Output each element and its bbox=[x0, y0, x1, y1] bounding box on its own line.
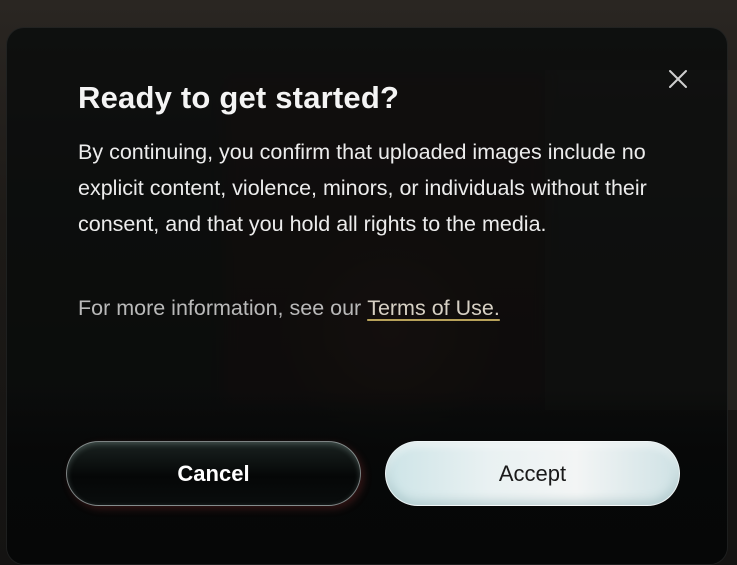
close-button[interactable] bbox=[665, 66, 691, 92]
dialog-title: Ready to get started? bbox=[78, 80, 400, 115]
cancel-button[interactable]: Cancel bbox=[66, 441, 361, 506]
accept-button[interactable]: Accept bbox=[385, 441, 680, 506]
accept-button-label: Accept bbox=[498, 460, 567, 486]
dialog-body: By continuing, you confirm that uploaded… bbox=[78, 140, 647, 236]
info-prefix: For more information, see our bbox=[78, 296, 362, 320]
close-icon bbox=[669, 70, 687, 88]
terms-of-use-link[interactable]: Terms of Use. bbox=[367, 296, 500, 320]
consent-dialog: Ready to get started? By continuing, you… bbox=[6, 27, 728, 565]
cancel-button-label: Cancel bbox=[177, 460, 250, 486]
info-line: For more information, see our Terms of U… bbox=[78, 296, 500, 321]
